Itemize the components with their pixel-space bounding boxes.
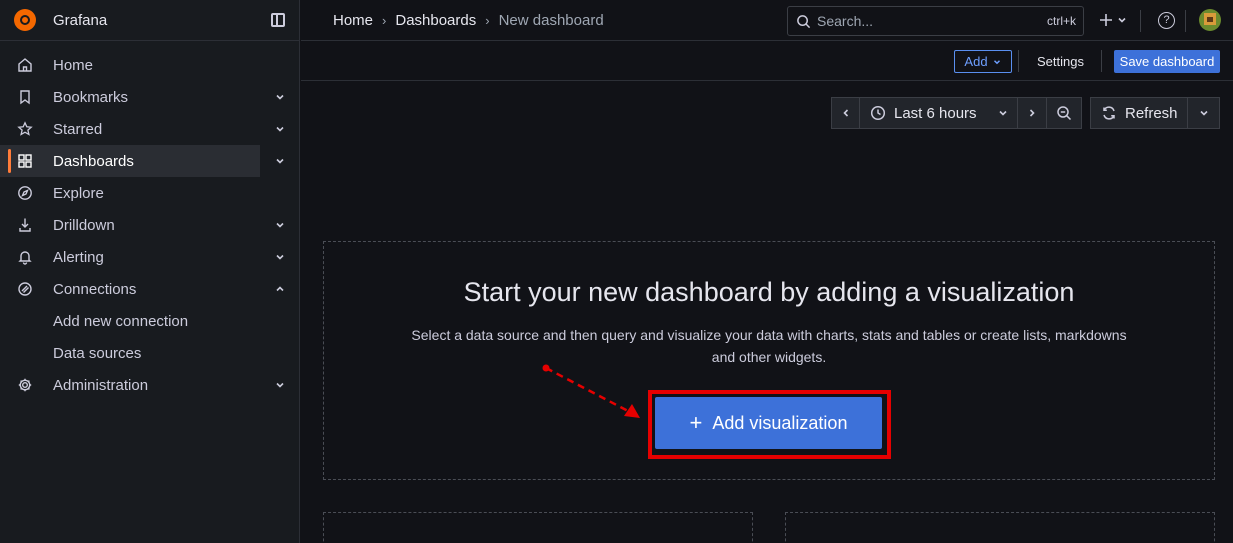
compass-icon xyxy=(17,185,33,201)
settings-button[interactable]: Settings xyxy=(1027,50,1094,73)
chevron-left-icon xyxy=(842,109,848,117)
sidebar-item-explore[interactable]: Explore xyxy=(0,177,260,209)
sidebar-item-label: Explore xyxy=(53,184,104,202)
drilldown-icon xyxy=(17,217,33,233)
divider xyxy=(1018,50,1019,72)
chevron-down-icon xyxy=(993,59,1000,64)
refresh-interval-dropdown[interactable] xyxy=(1187,97,1220,129)
sidebar-item-connections[interactable]: Connections xyxy=(0,273,284,305)
breadcrumb: Home › Dashboards › New dashboard xyxy=(333,12,604,29)
plus-icon: + xyxy=(689,410,703,435)
search-shortcut: ctrl+k xyxy=(1046,14,1076,28)
chevron-right-icon xyxy=(1029,109,1035,117)
chevron-down-icon[interactable] xyxy=(274,91,286,103)
gear-icon xyxy=(17,377,33,393)
sidebar-item-home[interactable]: Home xyxy=(0,49,260,81)
sidebar-item-label: Data sources xyxy=(53,344,142,362)
clock-icon xyxy=(870,105,886,121)
plus-icon xyxy=(1100,14,1112,26)
breadcrumb-current: New dashboard xyxy=(498,12,604,29)
divider xyxy=(1185,10,1186,32)
zoom-out-button[interactable] xyxy=(1046,97,1082,129)
sidebar-item-administration[interactable]: Administration xyxy=(0,369,284,401)
time-range-picker[interactable]: Last 6 hours xyxy=(859,97,1018,129)
chevron-down-icon[interactable] xyxy=(274,219,286,231)
breadcrumb-home[interactable]: Home xyxy=(333,12,373,29)
top-bar: Home › Dashboards › New dashboard Search… xyxy=(301,0,1233,41)
sidebar-item-label: Add new connection xyxy=(53,312,189,330)
chevron-down-icon[interactable] xyxy=(274,155,286,167)
search-icon xyxy=(797,14,811,28)
sidebar-item-alerting[interactable]: Alerting xyxy=(0,241,284,273)
add-library-panel-card xyxy=(785,512,1215,543)
divider xyxy=(1140,10,1141,32)
sidebar-item-label: Connections xyxy=(53,280,137,298)
sidebar-item-label: Starred xyxy=(53,120,103,138)
chevron-down-icon xyxy=(1199,110,1208,116)
sidebar-item-drilldown[interactable]: Drilldown xyxy=(0,209,284,241)
nav-menu: Home Bookmarks Starred Dashboards Explor… xyxy=(0,41,299,401)
chevron-right-icon: › xyxy=(382,13,387,28)
home-icon xyxy=(17,57,33,73)
sidebar-item-bookmarks[interactable]: Bookmarks xyxy=(0,81,284,113)
new-menu-button[interactable] xyxy=(1099,13,1128,27)
chevron-down-icon xyxy=(998,110,1007,116)
sidebar-item-data-sources[interactable]: Data sources xyxy=(0,337,260,369)
annotation-arrow xyxy=(542,364,640,418)
sidebar-item-label: Dashboards xyxy=(53,152,134,170)
help-icon[interactable]: ? xyxy=(1158,12,1175,29)
add-button-label: Add xyxy=(964,54,988,69)
chevron-down-icon[interactable] xyxy=(274,251,286,263)
sidebar-item-label: Alerting xyxy=(53,248,104,266)
connections-icon xyxy=(17,281,33,297)
empty-state-title: Start your new dashboard by adding a vis… xyxy=(463,277,1075,307)
sidebar-item-starred[interactable]: Starred xyxy=(0,113,284,145)
sidebar-item-add-new-connection[interactable]: Add new connection xyxy=(0,305,260,337)
refresh-icon xyxy=(1103,106,1115,120)
import-card xyxy=(323,512,753,543)
search-placeholder: Search... xyxy=(817,13,874,29)
star-icon xyxy=(17,121,33,137)
dashboard-toolbar: Add Settings Save dashboard xyxy=(301,41,1233,81)
time-shift-forward-button[interactable] xyxy=(1017,97,1047,129)
add-button[interactable]: Add xyxy=(954,50,1012,73)
time-range-label: Last 6 hours xyxy=(894,104,977,122)
dashboards-grid-icon xyxy=(17,153,33,169)
empty-state-description: Select a data source and then query and … xyxy=(411,327,1127,365)
chevron-right-icon: › xyxy=(485,13,490,28)
chevron-down-icon xyxy=(1118,17,1126,23)
sidebar-item-label: Administration xyxy=(53,376,149,394)
brand-header: Grafana xyxy=(0,0,299,41)
sidebar: Grafana Home Bookmarks Starred Dashboard… xyxy=(0,0,300,543)
save-dashboard-button[interactable]: Save dashboard xyxy=(1114,50,1220,73)
add-visualization-label: Add visualization xyxy=(712,412,848,433)
divider xyxy=(1101,50,1102,72)
sidebar-item-label: Bookmarks xyxy=(53,88,129,106)
avatar[interactable] xyxy=(1199,9,1221,31)
chevron-up-icon[interactable] xyxy=(274,283,286,295)
sidebar-item-dashboards[interactable]: Dashboards xyxy=(0,145,284,177)
grafana-logo-icon[interactable] xyxy=(14,9,36,31)
search-input[interactable]: Search... ctrl+k xyxy=(787,6,1084,36)
bell-icon xyxy=(17,249,33,265)
dock-menu-icon[interactable] xyxy=(271,13,285,27)
refresh-label: Refresh xyxy=(1125,104,1178,122)
sidebar-item-label: Drilldown xyxy=(53,216,115,234)
chevron-down-icon[interactable] xyxy=(274,123,286,135)
breadcrumb-dashboards[interactable]: Dashboards xyxy=(395,12,476,29)
sidebar-item-label: Home xyxy=(53,56,94,74)
add-visualization-button[interactable]: + Add visualization xyxy=(655,397,882,449)
app-name: Grafana xyxy=(53,11,108,29)
time-shift-back-button[interactable] xyxy=(831,97,860,129)
bookmark-icon xyxy=(17,89,33,105)
zoom-out-icon xyxy=(1057,106,1072,121)
refresh-button[interactable]: Refresh xyxy=(1090,97,1188,129)
chevron-down-icon[interactable] xyxy=(274,379,286,391)
